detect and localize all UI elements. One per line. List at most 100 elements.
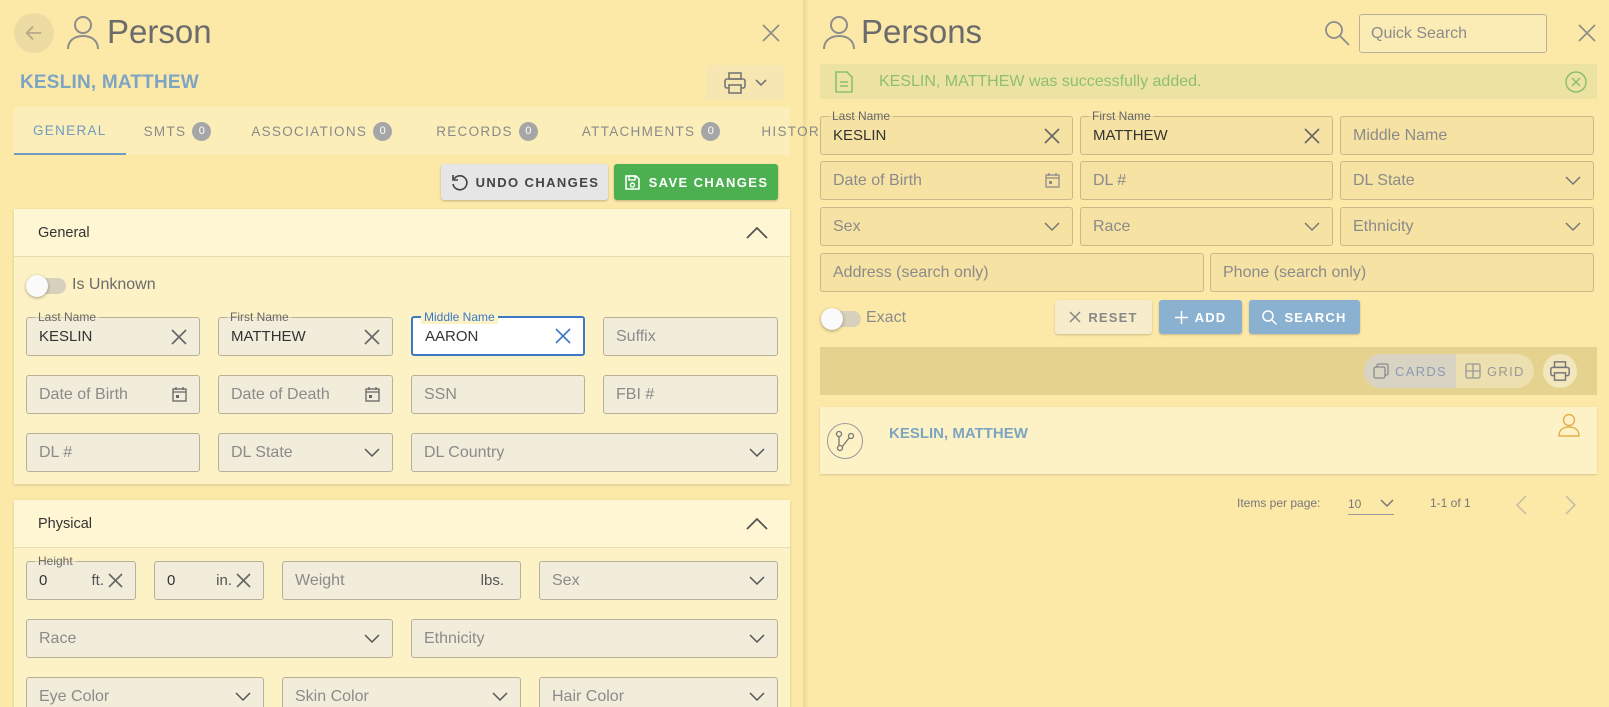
tab-general[interactable]: GENERAL <box>14 107 126 155</box>
undo-icon <box>450 173 468 191</box>
ethnicity-select[interactable]: Ethnicity <box>411 619 778 658</box>
associations-graph-button[interactable] <box>827 423 863 459</box>
exact-label: Exact <box>866 309 907 326</box>
dropdown-arrow-icon <box>749 447 765 458</box>
date-of-death-field[interactable]: Date of Death <box>218 375 393 414</box>
physical-section-header[interactable]: Physical <box>14 500 790 548</box>
undo-changes-button[interactable]: UNDO CHANGES <box>441 164 608 200</box>
reset-button[interactable]: RESET <box>1055 300 1152 334</box>
height-feet-field[interactable]: Height 0 ft. <box>26 554 136 600</box>
search-icon[interactable] <box>1324 20 1350 46</box>
middle-name-field[interactable]: Middle Name AARON <box>411 310 585 356</box>
calendar-icon[interactable] <box>365 387 380 402</box>
search-sex-select[interactable]: Sex <box>820 207 1073 246</box>
search-button[interactable]: SEARCH <box>1249 300 1360 334</box>
exact-toggle[interactable] <box>821 308 861 330</box>
quick-search-placeholder: Quick Search <box>1371 24 1468 42</box>
search-phone-field[interactable]: Phone (search only) <box>1210 253 1594 292</box>
search-ethnicity-select[interactable]: Ethnicity <box>1340 207 1594 246</box>
race-select[interactable]: Race <box>26 619 393 658</box>
grid-view-button[interactable]: GRID <box>1456 354 1534 388</box>
add-button[interactable]: ADD <box>1159 300 1242 334</box>
is-unknown-toggle[interactable] <box>26 275 66 297</box>
weight-field[interactable]: Weight lbs. <box>282 561 521 600</box>
clear-icon[interactable] <box>236 573 251 588</box>
clear-icon[interactable] <box>171 328 187 345</box>
range-label: 1-1 of 1 <box>1430 496 1471 510</box>
tab-smts[interactable]: SMTS 0 <box>126 107 230 155</box>
skin-color-select[interactable]: Skin Color <box>282 677 521 707</box>
dl-state-select[interactable]: DL State <box>218 433 393 472</box>
search-dl-number-field[interactable]: DL # <box>1080 161 1333 200</box>
field-label: First Name <box>1089 109 1154 123</box>
save-changes-button[interactable]: SAVE CHANGES <box>614 164 778 200</box>
clear-icon[interactable] <box>108 573 123 588</box>
cards-icon <box>1373 363 1389 379</box>
date-of-birth-placeholder: Date of Birth <box>833 171 922 189</box>
back-button[interactable] <box>14 13 54 53</box>
clear-icon[interactable] <box>1304 127 1320 144</box>
dismiss-alert-icon[interactable] <box>1565 70 1587 93</box>
dl-number-placeholder: DL # <box>39 443 73 461</box>
height-feet-value: 0 <box>39 572 48 589</box>
ssn-field[interactable]: SSN <box>411 375 585 414</box>
search-middle-name-field[interactable]: Middle Name <box>1340 116 1594 155</box>
address-placeholder: Address (search only) <box>833 263 989 281</box>
search-dl-state-select[interactable]: DL State <box>1340 161 1594 200</box>
clear-icon[interactable] <box>364 328 380 345</box>
clear-icon[interactable] <box>555 328 571 344</box>
quick-search-input[interactable]: Quick Search <box>1359 14 1547 53</box>
tab-label: RECORDS <box>436 123 513 139</box>
search-date-of-birth-field[interactable]: Date of Birth <box>820 161 1073 200</box>
is-unknown-label: Is Unknown <box>72 276 156 293</box>
print-dropdown-button[interactable] <box>706 65 784 100</box>
tab-associations[interactable]: ASSOCIATIONS 0 <box>229 107 414 155</box>
result-person-name[interactable]: KESLIN, MATTHEW <box>889 425 1028 442</box>
date-of-birth-placeholder: Date of Birth <box>39 385 128 403</box>
search-address-field[interactable]: Address (search only) <box>820 253 1204 292</box>
count-badge: 0 <box>518 121 538 141</box>
count-badge: 0 <box>701 121 721 141</box>
hair-color-select[interactable]: Hair Color <box>539 677 778 707</box>
first-name-field[interactable]: First Name MATTHEW <box>218 310 393 356</box>
eye-color-select[interactable]: Eye Color <box>26 677 264 707</box>
field-label: Last Name <box>829 109 894 123</box>
tab-records[interactable]: RECORDS 0 <box>414 107 560 155</box>
page-range: 1-1 of 1 <box>1430 493 1471 513</box>
tab-attachments[interactable]: ATTACHMENTS 0 <box>560 107 743 155</box>
height-inches-field[interactable]: 0 in. <box>154 561 264 600</box>
sex-select[interactable]: Sex <box>539 561 778 600</box>
calendar-icon[interactable] <box>172 387 187 402</box>
sex-placeholder: Sex <box>552 571 580 589</box>
general-section-header[interactable]: General <box>14 209 790 257</box>
date-of-birth-field[interactable]: Date of Birth <box>26 375 200 414</box>
dropdown-arrow-icon <box>364 633 380 644</box>
chevron-up-icon[interactable] <box>746 517 768 530</box>
search-last-name-field[interactable]: Last Name KESLIN <box>820 109 1073 155</box>
search-race-select[interactable]: Race <box>1080 207 1333 246</box>
next-page-icon[interactable] <box>1565 495 1577 515</box>
close-icon[interactable] <box>762 24 780 42</box>
suffix-field[interactable]: Suffix <box>603 317 778 356</box>
previous-page-icon[interactable] <box>1515 495 1527 515</box>
cards-view-button[interactable]: CARDS <box>1364 354 1457 388</box>
dl-number-field[interactable]: DL # <box>26 433 200 472</box>
document-icon <box>835 70 853 93</box>
sex-placeholder: Sex <box>833 217 861 235</box>
clear-icon[interactable] <box>1044 127 1060 144</box>
page-size-select[interactable]: 10 <box>1348 493 1394 515</box>
panel-title: Person <box>107 13 212 50</box>
search-first-name-field[interactable]: First Name MATTHEW <box>1080 109 1333 155</box>
chevron-up-icon[interactable] <box>746 226 768 239</box>
close-icon[interactable] <box>1578 24 1596 42</box>
dl-country-select[interactable]: DL Country <box>411 433 778 472</box>
skin-color-placeholder: Skin Color <box>295 687 369 705</box>
field-label: Last Name <box>35 310 100 324</box>
last-name-field[interactable]: Last Name KESLIN <box>26 310 200 356</box>
print-results-button[interactable] <box>1543 354 1577 388</box>
persons-search-panel: Persons Quick Search KESLIN, MATTHEW was… <box>809 0 1609 707</box>
calendar-icon[interactable] <box>1045 173 1060 188</box>
ethnicity-placeholder: Ethnicity <box>1353 217 1414 235</box>
arrow-left-icon <box>23 22 45 44</box>
fbi-number-field[interactable]: FBI # <box>603 375 778 414</box>
